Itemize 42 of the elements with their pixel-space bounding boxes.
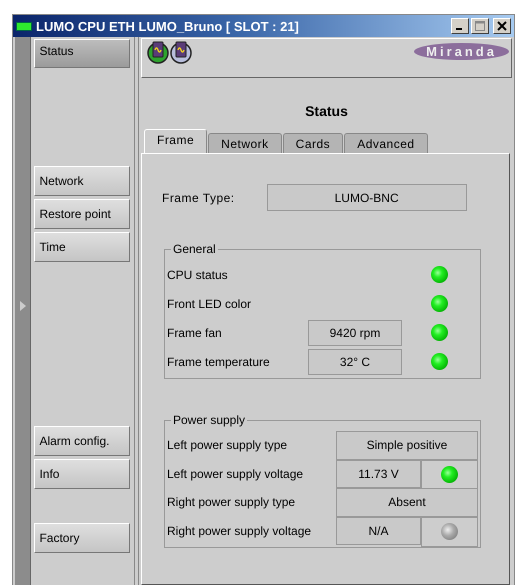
tab[interactable]: Advanced [344,133,428,153]
minimize-icon [456,28,462,30]
group-title: General [170,242,218,256]
sidebar-button[interactable]: Network [34,166,130,196]
sidebar-button[interactable]: Restore point [34,199,130,229]
sidebar-button[interactable]: Alarm config. [34,426,130,456]
group-title: Power supply [170,413,248,427]
field-label: Right power supply voltage [166,522,312,540]
field-label: CPU status [166,268,229,282]
maximize-button[interactable] [471,18,489,34]
sidebar-button[interactable]: Time [34,232,130,262]
sidebar-button[interactable]: Status [34,39,130,68]
value-field: N/A [336,516,421,545]
tab[interactable]: Frame [144,129,208,153]
field-label: Front LED color [166,296,252,310]
minimize-button[interactable] [451,18,469,34]
sidebar-button[interactable]: Info [34,459,130,489]
window-title: LUMO CPU ETH LUMO_Bruno [ SLOT : 21] [36,18,300,34]
close-button[interactable] [493,18,511,34]
collapse-strip[interactable] [15,37,32,585]
maximize-icon [475,21,485,31]
card-status-icon [170,40,192,64]
field-label: Left power supply voltage [166,466,304,483]
close-icon [497,21,507,31]
field-label: Frame Type: [162,190,235,204]
tab[interactable]: Cards [282,133,344,153]
panel-heading: Status [305,103,348,119]
tab[interactable]: Network [208,133,282,153]
field-label: Frame fan [166,326,223,340]
card-status-icon [146,40,169,64]
value-field: 11.73 V [336,460,421,488]
value-field: LUMO-BNC [266,184,467,211]
value-field: Absent [336,488,478,516]
field-label: Right power supply type [166,494,296,512]
value-field: 9420 rpm [308,320,402,346]
sidebar-button[interactable]: Factory [34,523,130,553]
field-label: Left power supply type [166,437,288,454]
app-icon [16,22,32,30]
miranda-logo: Miranda [414,42,509,60]
field-label: Frame temperature [166,354,271,368]
value-field: Simple positive [336,431,478,460]
value-field: 32° C [308,348,402,374]
